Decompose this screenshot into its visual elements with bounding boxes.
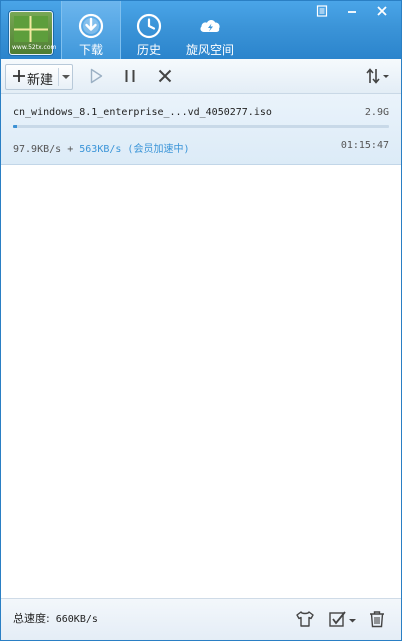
status-bar: 总速度: 660KB/s [1,598,401,640]
task-row[interactable]: cn_windows_8.1_enterprise_...vd_4050277.… [1,94,401,165]
minimize-icon [348,11,356,13]
download-icon [78,13,104,39]
batch-select-icon[interactable] [328,610,358,628]
logo-graphic [14,16,48,42]
menu-icon [316,5,328,17]
tab-history-label: 历史 [136,43,161,57]
vip-boost-speed[interactable]: 563KB/s (会员加速中) [79,144,189,155]
tab-history[interactable]: 历史 [121,1,177,59]
total-speed-value: 660KB/s [55,614,98,625]
stop-icon[interactable] [156,67,174,85]
task-speed: 97.9KB/s + 563KB/s (会员加速中) [13,140,189,155]
logo-text: www.52tx.com [12,44,57,51]
pause-icon[interactable] [121,67,139,85]
task-filename: cn_windows_8.1_enterprise_...vd_4050277.… [13,107,272,118]
button-divider [58,68,59,86]
app-logo-icon[interactable]: www.52tx.com [9,11,57,55]
tab-cloud-space-label: 旋风空间 [185,43,234,57]
app-window: www.52tx.com 下载 历史 旋风空间 新建 cn_windows_8.… [0,0,402,641]
task-size: 2.9G [364,107,389,118]
total-speed-label: 总速度: [13,612,50,625]
skin-icon[interactable] [295,610,315,628]
minimize-button[interactable] [338,1,366,21]
toolbar: 新建 [1,59,401,94]
tab-download[interactable]: 下载 [61,1,121,59]
tab-cloud-space[interactable]: 旋风空间 [179,1,241,59]
clock-icon [136,13,162,39]
play-icon[interactable] [87,67,105,85]
title-bar: www.52tx.com 下载 历史 旋风空间 [1,1,401,59]
cloud-icon [200,20,220,32]
close-button[interactable] [368,1,396,21]
task-progress-bar [13,125,389,128]
close-icon [377,6,387,16]
dropdown-caret-icon[interactable] [62,75,70,79]
menu-button[interactable] [308,1,336,21]
total-speed: 总速度: 660KB/s [13,610,98,626]
new-task-button[interactable]: 新建 [5,64,73,90]
plus-icon [13,70,25,82]
task-progress-fill [13,125,17,128]
tab-download-label: 下载 [78,43,103,57]
new-task-label: 新建 [27,73,54,88]
download-speed: 97.9KB/s [13,144,62,155]
sort-icon[interactable] [365,67,391,85]
trash-icon[interactable] [368,610,386,628]
time-remaining: 01:15:47 [340,140,389,151]
speed-plus-sign: + [67,144,74,155]
